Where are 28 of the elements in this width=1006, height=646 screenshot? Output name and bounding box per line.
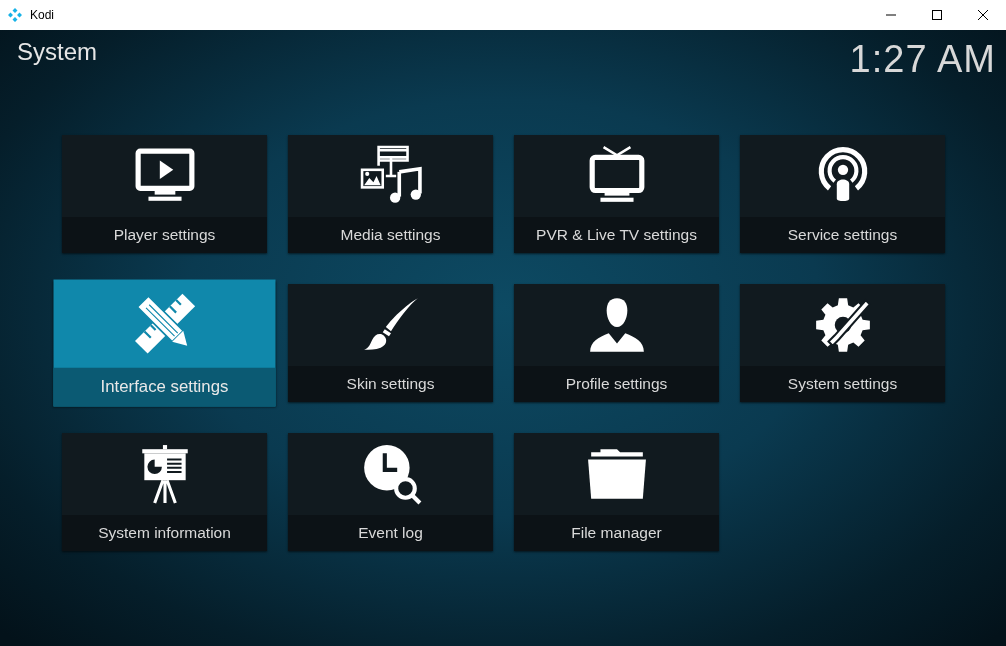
menu-tile[interactable]: System settings: [740, 284, 945, 402]
menu-tile[interactable]: Profile settings: [514, 284, 719, 402]
tile-label: Skin settings: [288, 366, 493, 402]
menu-tile[interactable]: PVR & Live TV settings: [514, 135, 719, 253]
tile-label: Profile settings: [514, 366, 719, 402]
tile-label: Event log: [288, 515, 493, 551]
maximize-icon: [932, 10, 942, 20]
tile-label: File manager: [514, 515, 719, 551]
tile-label: Player settings: [62, 217, 267, 253]
tile-label: System settings: [740, 366, 945, 402]
menu-tile[interactable]: File manager: [514, 433, 719, 551]
menu-tile[interactable]: Service settings: [740, 135, 945, 253]
menu-tile[interactable]: Player settings: [62, 135, 267, 253]
menu-tile[interactable]: Media settings: [288, 135, 493, 253]
tile-label: Media settings: [288, 217, 493, 253]
page-title: System: [17, 40, 97, 64]
menu-tile[interactable]: Interface settings: [53, 279, 276, 407]
tile-label: System information: [62, 515, 267, 551]
tile-label: Interface settings: [53, 367, 276, 407]
clock: 1:27 AM: [849, 40, 996, 78]
tile-label: PVR & Live TV settings: [514, 217, 719, 253]
close-icon: [978, 10, 988, 20]
app-logo-icon: [8, 8, 22, 22]
tile-label: Service settings: [740, 217, 945, 253]
menu-tile[interactable]: Event log: [288, 433, 493, 551]
menu-tile[interactable]: Skin settings: [288, 284, 493, 402]
window-title: Kodi: [30, 7, 55, 24]
menu-tile[interactable]: System information: [62, 433, 267, 551]
